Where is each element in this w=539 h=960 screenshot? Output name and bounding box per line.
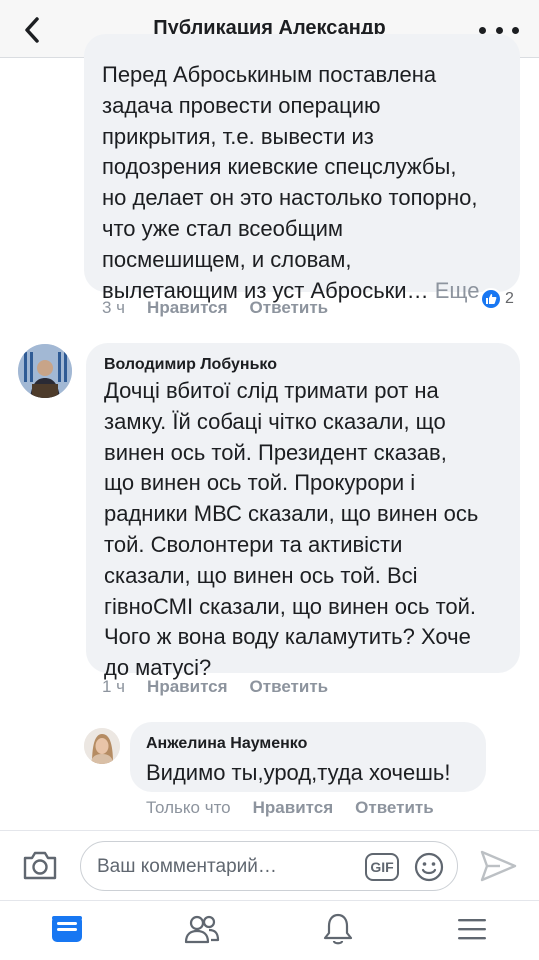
camera-button[interactable] — [22, 849, 58, 881]
notifications-icon — [323, 913, 353, 945]
comment-meta: 3 ч Нравится Ответить — [102, 298, 350, 318]
comment-line: винен ось той. Президент сказав, — [104, 439, 447, 465]
comment-author[interactable]: Анжелина Науменко — [146, 735, 307, 753]
avatar-photo — [18, 344, 72, 398]
bottom-navigation — [0, 900, 539, 960]
reply-button[interactable]: Ответить — [250, 298, 329, 318]
comment-line: гівноСМІ сказали, що винен ось той. — [104, 593, 477, 619]
comment-line: задача провести операцию — [102, 92, 381, 118]
reaction-summary[interactable]: 2 — [480, 288, 514, 310]
comment-time: 1 ч — [102, 677, 126, 696]
smiley-icon — [414, 852, 444, 882]
comment-line: радники МВС сказали, що винен ось — [104, 501, 479, 527]
friends-icon — [184, 915, 220, 944]
nav-friends[interactable] — [180, 909, 224, 949]
comment-line: замку. Їй собаці чітко сказали, що — [104, 408, 446, 434]
avatar[interactable] — [84, 728, 120, 764]
comment-bubble[interactable]: Анжелина Науменко Видимо ты,урод,туда хо… — [130, 722, 486, 792]
comment-line: той. Сволонтери та активісти — [104, 531, 403, 557]
comment-line: сказали, що винен ось той. Всі — [104, 562, 418, 588]
like-button[interactable]: Нравится — [147, 298, 228, 318]
comment-bubble[interactable]: Перед Аброськиным поставлена задача пров… — [84, 34, 520, 303]
comment-composer: GIF — [0, 830, 539, 900]
comment-time: Только что — [146, 798, 231, 817]
comment-line: подозрения киевские спецслужбы, — [102, 154, 457, 180]
comment-line: Видимо ты,урод,туда хочешь! — [146, 760, 451, 785]
comment-line: но делает он это настолько топорно, — [102, 185, 478, 211]
like-button[interactable]: Нравится — [147, 677, 228, 697]
camera-icon — [23, 851, 57, 880]
nav-news-feed[interactable] — [45, 909, 89, 949]
comment-line: що винен ось той. Прокурори і — [104, 470, 416, 496]
comment-line: что уже стал всеобщим — [102, 215, 343, 241]
comment-author[interactable]: Володимир Лобунько — [104, 356, 277, 374]
comment-input[interactable] — [97, 854, 357, 880]
comment-bubble[interactable]: Володимир Лобунько Дочці вбитої слід три… — [86, 343, 520, 680]
reaction-count: 2 — [505, 290, 514, 307]
comment-meta: Только что Нравится Ответить — [146, 798, 456, 818]
nav-notifications[interactable] — [316, 909, 360, 949]
gif-button[interactable]: GIF — [365, 853, 399, 881]
emoji-button[interactable] — [413, 851, 445, 883]
like-reaction-icon — [480, 288, 502, 310]
reply-button[interactable]: Ответить — [250, 677, 329, 697]
comment-line: Дочці вбитої слід тримати рот на — [104, 378, 439, 403]
reply-button[interactable]: Ответить — [355, 798, 434, 818]
more-dots-icon — [479, 26, 486, 34]
comment-line: Перед Аброськиным поставлена — [102, 62, 437, 87]
menu-icon — [458, 919, 486, 940]
comment-line: прикрытия, т.е. вывести из — [102, 123, 374, 149]
send-button[interactable] — [478, 849, 518, 883]
comment-input-box[interactable]: GIF — [80, 841, 458, 891]
comment-time: 3 ч — [102, 298, 126, 317]
see-more-link[interactable]: Еще — [435, 278, 480, 303]
avatar-photo — [84, 728, 120, 764]
news-feed-icon — [52, 916, 82, 942]
comment-meta: 1 ч Нравится Ответить — [102, 677, 350, 697]
like-button[interactable]: Нравится — [253, 798, 334, 818]
comment-line: Чого ж вона воду каламутить? Хоче — [104, 624, 471, 650]
send-icon — [480, 850, 517, 882]
comment-line: посмешищем, и словам, — [102, 246, 352, 272]
avatar[interactable] — [18, 344, 72, 398]
nav-menu[interactable] — [450, 909, 494, 949]
